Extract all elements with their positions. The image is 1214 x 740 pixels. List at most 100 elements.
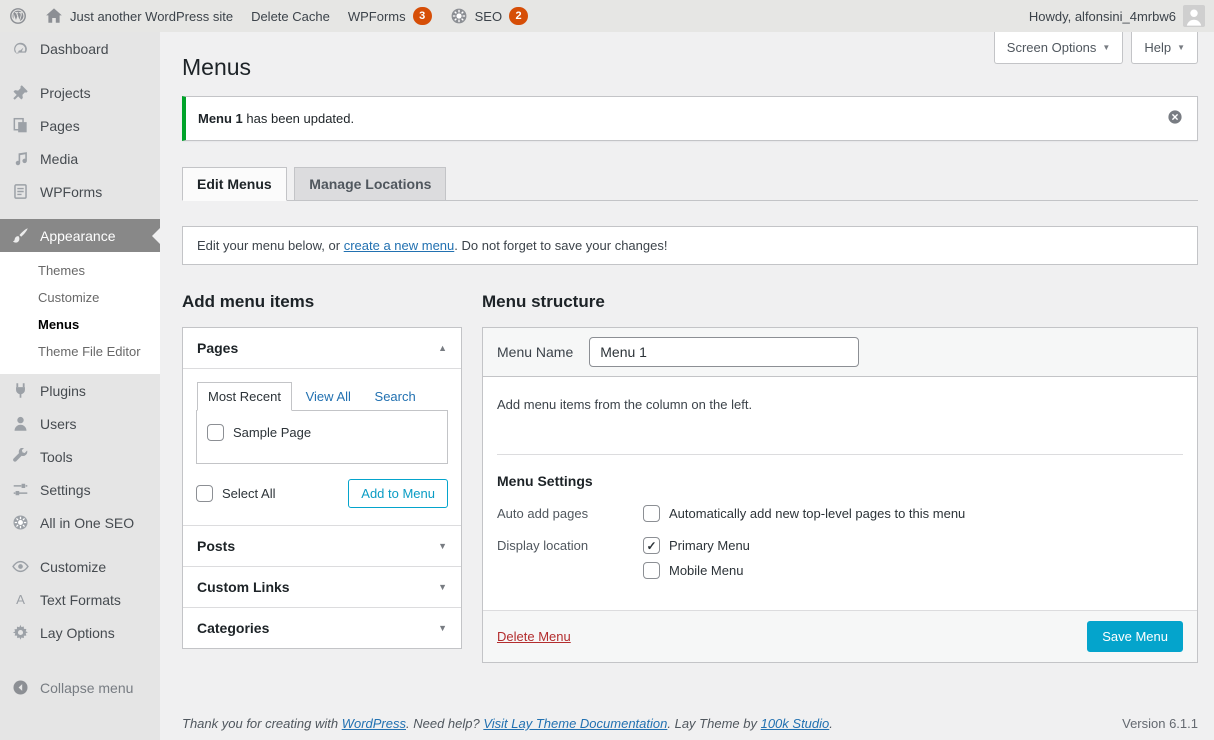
edit-menu-info: Edit your menu below, or create a new me…	[182, 226, 1198, 265]
mobile-menu-checkbox[interactable]	[643, 562, 660, 579]
help-label: Help	[1144, 40, 1171, 55]
posts-section-header[interactable]: Posts ▼	[183, 526, 461, 566]
sidebar-item-lay-options[interactable]: Lay Options	[0, 616, 160, 649]
my-account-menu[interactable]: Howdy, alfonsini_4mrbw6	[1020, 0, 1214, 32]
100k-studio-link[interactable]: 100k Studio	[761, 716, 830, 731]
tab-search[interactable]: Search	[365, 383, 426, 410]
pages-section-title: Pages	[197, 340, 238, 356]
seo-menu[interactable]: SEO 2	[441, 0, 537, 32]
submenu-item-customize[interactable]: Customize	[0, 284, 160, 311]
collapse-menu-button[interactable]: Collapse menu	[0, 671, 160, 704]
menu-structure-heading: Menu structure	[482, 292, 1198, 312]
gear-icon	[10, 624, 30, 641]
categories-section-header[interactable]: Categories ▼	[183, 608, 461, 648]
sidebar-item-projects[interactable]: Projects	[0, 76, 160, 109]
appearance-submenu: Themes Customize Menus Theme File Editor	[0, 252, 160, 374]
lay-theme-docs-link[interactable]: Visit Lay Theme Documentation	[483, 716, 667, 731]
version-label: Version 6.1.1	[1122, 716, 1198, 731]
add-menu-items-column: Add menu items Pages ▲ Most Recent View …	[182, 292, 462, 649]
create-new-menu-link[interactable]: create a new menu	[344, 238, 455, 253]
auto-add-checkbox-label[interactable]: Automatically add new top-level pages to…	[669, 506, 965, 521]
site-name-menu[interactable]: Just another WordPress site	[36, 0, 242, 32]
page-items-panel: Sample Page	[196, 410, 448, 464]
sidebar-item-label: Lay Options	[40, 625, 115, 641]
sidebar-item-label: Settings	[40, 482, 91, 498]
custom-links-section-header[interactable]: Custom Links ▼	[183, 567, 461, 607]
delete-cache-label: Delete Cache	[251, 9, 330, 24]
wpforms-badge: 3	[413, 7, 432, 25]
sidebar-item-all-in-one-seo[interactable]: All in One SEO	[0, 506, 160, 539]
accordion-section-pages: Pages ▲ Most Recent View All Search S	[183, 328, 461, 525]
submenu-item-themes[interactable]: Themes	[0, 257, 160, 284]
howdy-label: Howdy, alfonsini_4mrbw6	[1029, 9, 1176, 24]
sidebar-item-users[interactable]: Users	[0, 407, 160, 440]
select-all-label[interactable]: Select All	[222, 486, 275, 501]
accordion-section-custom-links: Custom Links ▼	[183, 566, 461, 607]
sample-page-label[interactable]: Sample Page	[233, 425, 311, 440]
help-button[interactable]: Help ▼	[1131, 32, 1198, 64]
sidebar-item-customize[interactable]: Customize	[0, 550, 160, 583]
primary-menu-label[interactable]: Primary Menu	[669, 538, 750, 553]
sidebar-item-label: WPForms	[40, 184, 102, 200]
sidebar-item-text-formats[interactable]: A Text Formats	[0, 583, 160, 616]
mobile-menu-option: Mobile Menu	[643, 562, 750, 579]
mobile-menu-label[interactable]: Mobile Menu	[669, 563, 743, 578]
admin-bar: Just another WordPress site Delete Cache…	[0, 0, 1214, 32]
sidebar-item-dashboard[interactable]: Dashboard	[0, 32, 160, 65]
dismiss-notice-button[interactable]	[1165, 107, 1185, 130]
tab-most-recent[interactable]: Most Recent	[197, 382, 292, 411]
home-icon	[45, 7, 63, 25]
sidebar-item-label: Appearance	[40, 228, 116, 244]
tab-edit-menus[interactable]: Edit Menus	[182, 167, 287, 201]
sidebar-item-pages[interactable]: Pages	[0, 109, 160, 142]
sidebar-item-media[interactable]: Media	[0, 142, 160, 175]
auto-add-pages-row: Auto add pages Automatically add new top…	[497, 505, 1183, 522]
site-name-label: Just another WordPress site	[70, 9, 233, 24]
posts-section-title: Posts	[197, 538, 235, 554]
pages-icon	[10, 117, 30, 134]
save-menu-button[interactable]: Save Menu	[1087, 621, 1183, 652]
primary-menu-option: ✓ Primary Menu	[643, 537, 750, 554]
display-location-row: Display location ✓ Primary Menu Mobile M…	[497, 537, 1183, 579]
sidebar-item-label: Tools	[40, 449, 73, 465]
sidebar-separator	[0, 65, 160, 76]
auto-add-pages-label: Auto add pages	[497, 505, 643, 521]
sidebar-item-label: Pages	[40, 118, 80, 134]
sidebar-separator	[0, 208, 160, 219]
wordpress-link[interactable]: WordPress	[342, 716, 406, 731]
footer-text: . Lay Theme by	[667, 716, 760, 731]
auto-add-checkbox[interactable]	[643, 505, 660, 522]
sidebar-item-tools[interactable]: Tools	[0, 440, 160, 473]
menu-name-input[interactable]	[589, 337, 859, 367]
tab-manage-locations[interactable]: Manage Locations	[294, 167, 446, 201]
forms-icon	[10, 183, 30, 200]
chevron-up-icon: ▲	[438, 343, 447, 353]
sidebar-item-appearance[interactable]: Appearance	[0, 219, 160, 252]
select-all-checkbox[interactable]	[196, 485, 213, 502]
display-location-label: Display location	[497, 537, 643, 553]
wp-logo-menu[interactable]	[0, 0, 36, 32]
sample-page-checkbox[interactable]	[207, 424, 224, 441]
plug-icon	[10, 382, 30, 399]
pages-section-header[interactable]: Pages ▲	[183, 328, 461, 368]
info-text-post: . Do not forget to save your changes!	[454, 238, 667, 253]
submenu-item-theme-file-editor[interactable]: Theme File Editor	[0, 338, 160, 365]
pages-inner-tabs: Most Recent View All Search	[196, 382, 448, 410]
sidebar-item-plugins[interactable]: Plugins	[0, 374, 160, 407]
delete-menu-link[interactable]: Delete Menu	[497, 629, 571, 644]
chevron-down-icon: ▼	[1177, 43, 1185, 52]
wpforms-menu[interactable]: WPForms 3	[339, 0, 441, 32]
sidebar-item-settings[interactable]: Settings	[0, 473, 160, 506]
primary-menu-checkbox[interactable]: ✓	[643, 537, 660, 554]
screen-options-button[interactable]: Screen Options ▼	[994, 32, 1124, 64]
sidebar-item-wpforms[interactable]: WPForms	[0, 175, 160, 208]
collapse-icon	[10, 679, 30, 696]
add-to-menu-button[interactable]: Add to Menu	[348, 479, 448, 508]
tab-view-all[interactable]: View All	[296, 383, 361, 410]
submenu-item-menus[interactable]: Menus	[0, 311, 160, 338]
delete-cache-menu[interactable]: Delete Cache	[242, 0, 339, 32]
footer-text: Thank you for creating with	[182, 716, 342, 731]
menu-structure-panel: Menu Name Add menu items from the column…	[482, 327, 1198, 663]
page-item-row: Sample Page	[207, 424, 437, 441]
menu-settings-heading: Menu Settings	[497, 473, 1183, 489]
